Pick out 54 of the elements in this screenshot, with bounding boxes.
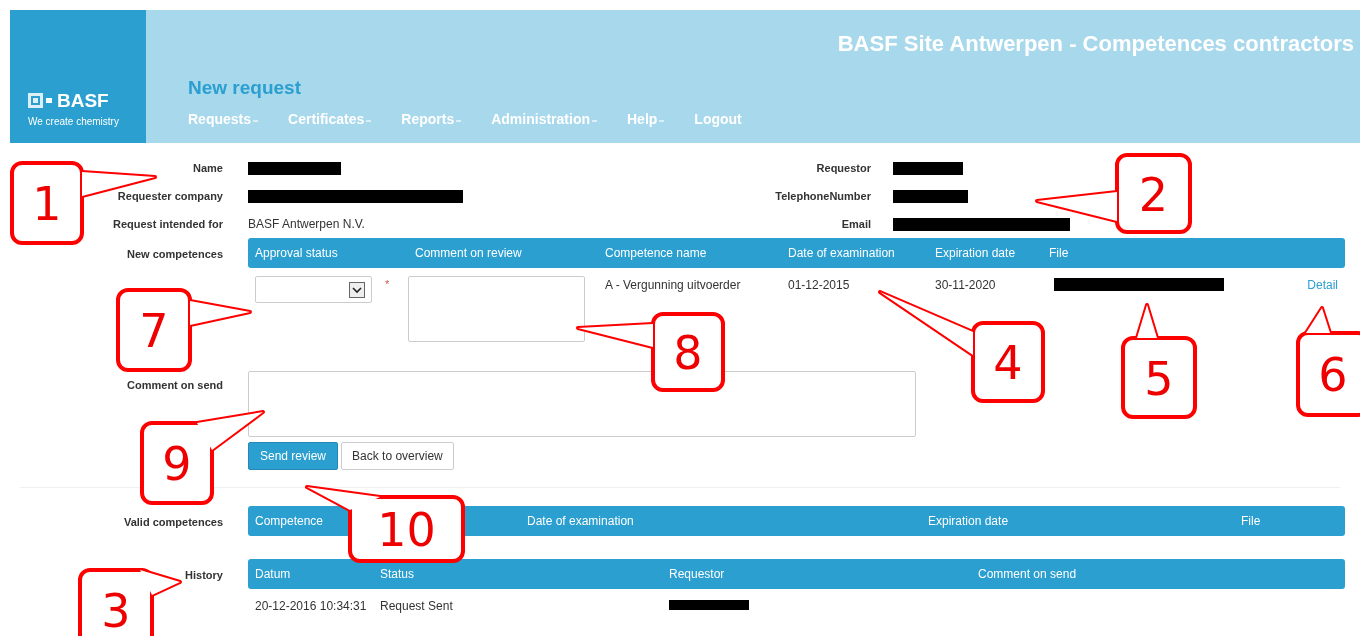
- menu-item[interactable]: Requests: [188, 108, 259, 130]
- column-header: Comment on review: [408, 238, 598, 268]
- menu-item[interactable]: Certificates: [288, 108, 372, 130]
- column-header: [1290, 238, 1345, 268]
- field-label: Comment on send: [127, 379, 223, 391]
- field-label: TelephoneNumber: [775, 188, 871, 204]
- site-title: BASF Site Antwerpen - Competences contractors: [837, 30, 1355, 58]
- required-mark: *: [385, 277, 390, 292]
- column-header: Competence name: [598, 238, 781, 268]
- logo-squares-icon: [28, 93, 54, 108]
- column-header: Date of examination: [781, 238, 928, 268]
- section-label: Valid competences: [123, 516, 223, 528]
- column-header: Expiration date: [921, 506, 1234, 536]
- comment-field[interactable]: [248, 371, 916, 437]
- column-header: Approval status: [248, 238, 408, 268]
- column-header: Expiration date: [928, 238, 1042, 268]
- menu-item[interactable]: Administration: [491, 108, 597, 130]
- table-cell-text: 01-12-2015: [787, 277, 851, 294]
- send-button[interactable]: Send review: [248, 442, 339, 470]
- comment-field[interactable]: [408, 276, 585, 342]
- column-header: Datum: [248, 559, 373, 589]
- menu-item[interactable]: Logout: [694, 108, 742, 130]
- column-header: File: [1234, 506, 1345, 536]
- table-cell-text: 20-12-2016 10:34:31: [254, 598, 368, 615]
- callout: 7: [116, 288, 252, 372]
- callout: 5: [1121, 303, 1197, 419]
- logo-tagline: We create chemistry: [28, 115, 120, 129]
- menu-item[interactable]: Reports: [401, 108, 462, 130]
- column-header: File: [1042, 238, 1290, 268]
- callout: 4: [878, 290, 1045, 403]
- callout: 2: [1035, 153, 1192, 234]
- section-label: New competences: [127, 248, 223, 260]
- callout: 3: [78, 568, 182, 636]
- column-header: Comment on send: [971, 559, 1345, 589]
- field-value: BASF Antwerpen N.V.: [248, 216, 365, 233]
- section-label: History: [185, 569, 223, 581]
- column-header: Requestor: [662, 559, 971, 589]
- back-button[interactable]: Back to overview: [341, 442, 454, 470]
- column-header: Date of examination: [520, 506, 921, 536]
- field-label: Requester company: [117, 188, 223, 204]
- detail-link[interactable]: Detail: [1307, 278, 1338, 292]
- callout: 8: [576, 312, 725, 392]
- field-label: Name: [193, 160, 223, 176]
- page-title: New request: [188, 76, 302, 100]
- column-header: Status: [373, 559, 662, 589]
- table-cell-text: A - Vergunning uitvoerder: [604, 277, 742, 294]
- table-cell-text: Request Sent: [379, 598, 454, 615]
- field-label: Email: [841, 216, 871, 232]
- select-field[interactable]: [255, 276, 372, 303]
- menu-item[interactable]: Help: [627, 108, 665, 130]
- logo-text: BASF: [57, 91, 109, 110]
- field-label: Request intended for: [113, 216, 223, 232]
- callout: 6: [1296, 306, 1360, 417]
- field-label: Requestor: [816, 160, 871, 176]
